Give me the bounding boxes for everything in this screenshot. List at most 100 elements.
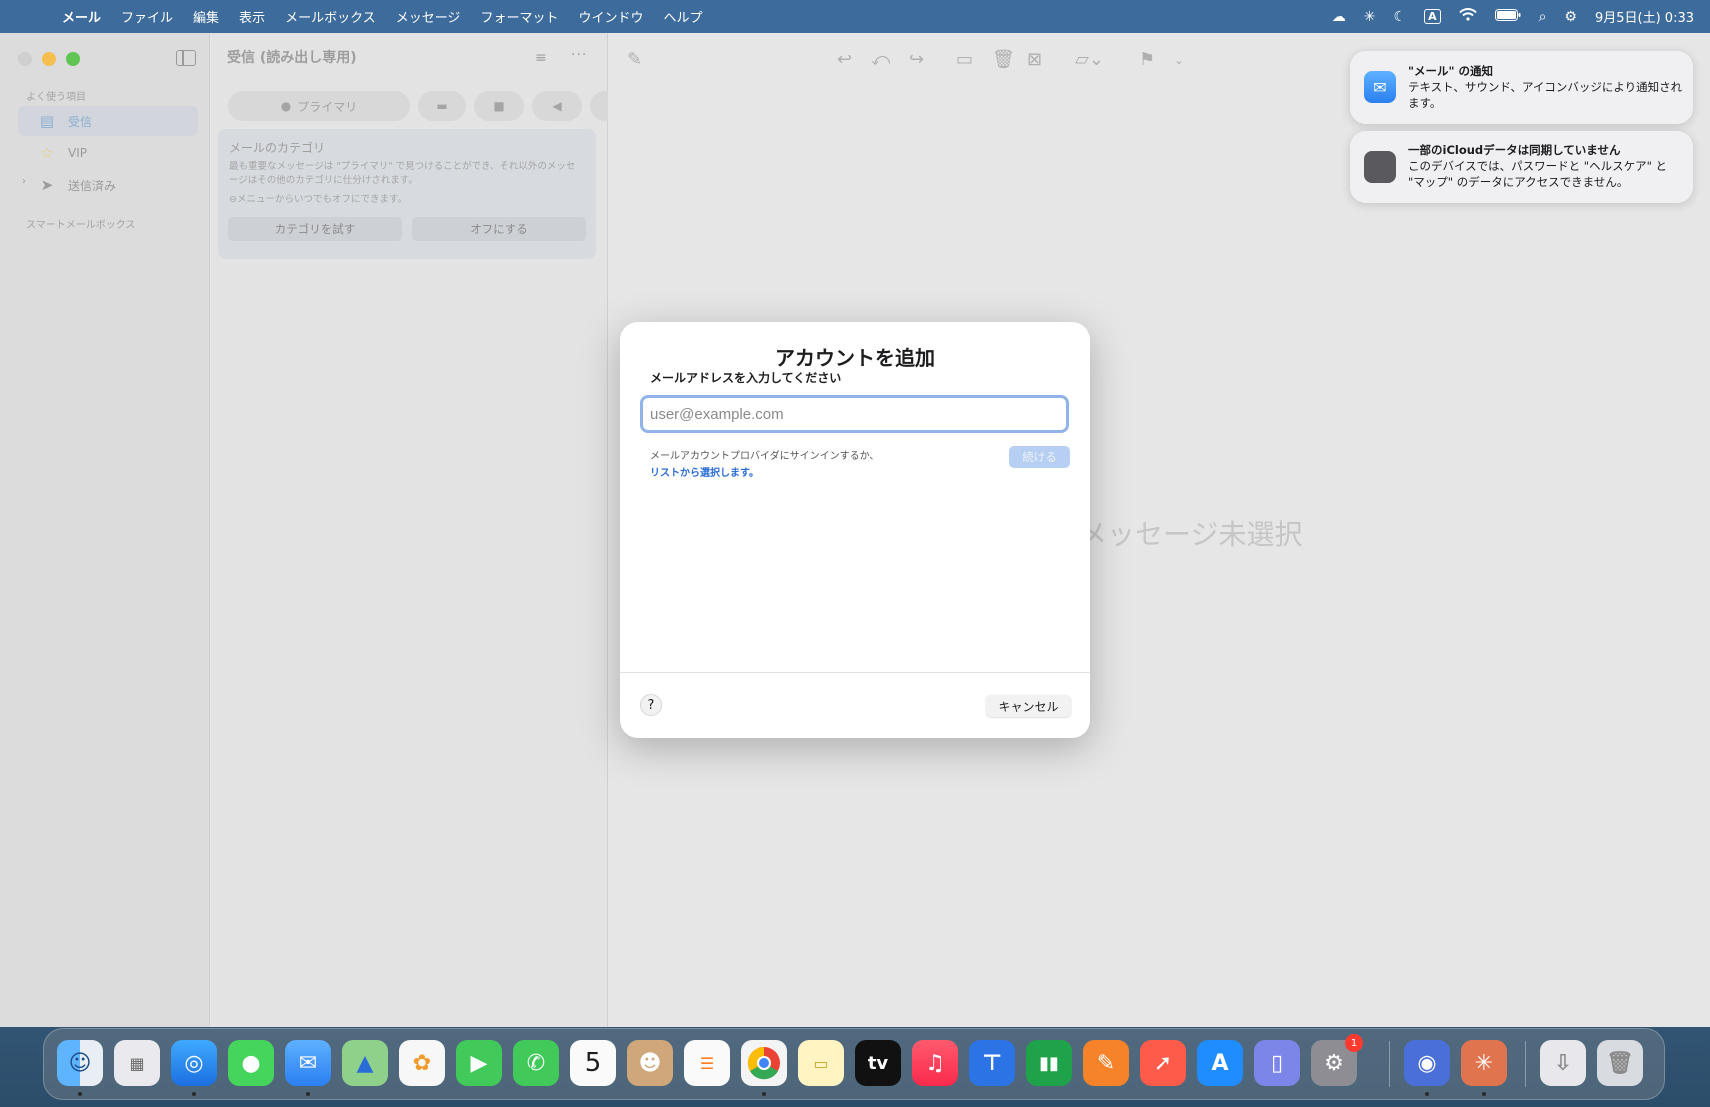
category-tab-more[interactable] [590,91,608,121]
forward-icon[interactable]: ↪ [909,49,924,70]
turn-off-categories-button[interactable]: オフにする [412,217,586,241]
move-folder-icon[interactable]: ▱⌄ [1075,49,1104,70]
dock-system-settings-icon[interactable]: ⚙ 1 [1311,1034,1363,1086]
running-indicator [762,1092,766,1096]
filter-icon[interactable]: ≡ [535,50,547,66]
paper-plane-icon: ➤ [40,176,54,194]
dock-launchpad-icon[interactable]: ▦ [114,1040,160,1086]
dialog-divider [620,672,1090,673]
control-center-icon[interactable]: ⚙ [1564,9,1577,25]
email-address-input[interactable] [640,395,1069,433]
running-indicator [1425,1092,1429,1096]
creative-cloud-icon[interactable]: ☁ [1332,9,1346,25]
dock-phone-icon[interactable]: ✆ [513,1040,559,1086]
dock-separator [1525,1041,1526,1087]
wifi-icon[interactable] [1458,8,1477,25]
dock-trash-icon[interactable]: 🗑 [1597,1040,1643,1086]
category-card-note: ⊖メニューからいつでもオフにできます。 [229,194,408,205]
notification-mail[interactable]: ✉ "メール" の通知 テキスト、サウンド、アイコンバッジにより通知されます。 [1350,51,1693,124]
dock-keynote-icon[interactable]: ⊤ [969,1040,1015,1086]
dock-messages-icon[interactable]: ● [228,1040,274,1086]
zoom-window-button[interactable] [66,52,80,66]
focus-moon-icon[interactable]: ☾ [1394,9,1407,25]
input-source-icon[interactable]: A [1424,9,1441,24]
menubar-clock[interactable]: 9月5日(土) 0:33 [1595,7,1694,26]
category-tab-shopping[interactable]: ▬ [418,91,466,121]
spotlight-search-icon[interactable]: ⌕ [1539,9,1547,25]
minimize-window-button[interactable] [42,52,56,66]
dock-safari-icon[interactable]: ◎ [171,1040,217,1086]
mail-app-icon: ✉ [1364,71,1396,103]
no-message-selected-text: メッセージ未選択 [1079,518,1303,551]
dock-rocket-icon[interactable]: ➚ [1140,1040,1186,1086]
dock-app-icon[interactable]: ◉ [1404,1040,1450,1086]
sidebar-item-vip-label: VIP [68,146,87,160]
category-tab-primary[interactable]: ● プライマリ [228,91,410,121]
menu-help[interactable]: ヘルプ [653,7,712,26]
flag-chevron-down-icon[interactable]: ⌄ [1174,53,1184,67]
dock-reminders-icon[interactable]: ☰ [684,1040,730,1086]
choose-from-list-link[interactable]: リストから選択します。 [650,464,759,479]
sidebar-item-inbox[interactable]: ▤ 受信 [18,106,198,136]
dock-downloads-icon[interactable]: ⇩ [1540,1040,1586,1086]
more-options-icon[interactable]: ··· [571,47,587,63]
archive-icon[interactable]: ▭ [956,49,973,70]
menu-edit[interactable]: 編集 [183,7,229,26]
menu-format[interactable]: フォーマット [470,7,568,26]
dock-facetime-icon[interactable]: ▶ [456,1040,502,1086]
menu-message[interactable]: メッセージ [386,7,471,26]
running-indicator [1482,1092,1486,1096]
trash-icon[interactable]: 🗑 [992,49,1015,70]
try-categories-button[interactable]: カテゴリを試す [228,217,402,241]
battery-icon[interactable] [1494,8,1521,25]
menu-view[interactable]: 表示 [229,7,275,26]
menu-window[interactable]: ウインドウ [568,7,653,26]
dock-mail-icon[interactable]: ✉ [285,1040,331,1086]
help-button[interactable]: ? [640,694,662,716]
cancel-button[interactable]: キャンセル [986,695,1071,717]
sidebar-item-vip[interactable]: ☆ VIP [18,138,198,168]
message-list: 受信 (読み出し専用) ≡ ··· ● プライマリ ▬ ■ ◀ メールのカテゴリ… [211,33,608,1027]
menu-mailbox[interactable]: メールボックス [275,7,386,26]
dock-maps-icon[interactable]: ▲ [342,1040,388,1086]
junk-icon[interactable]: ⊠ [1027,49,1042,70]
mailbox-title: 受信 (読み出し専用) [227,50,357,66]
dock-contacts-icon[interactable]: ☻ [627,1040,673,1086]
close-window-button[interactable] [18,52,32,66]
dock-pages-icon[interactable]: ✎ [1083,1040,1129,1086]
reply-icon[interactable]: ↩ [837,49,852,70]
notification-mail-body: テキスト、サウンド、アイコンバッジにより通知されます。 [1408,80,1683,110]
notification-icloud[interactable]: 一部のiCloudデータは同期していません このデバイスでは、パスワードと "ヘ… [1350,131,1693,203]
category-tab-updates[interactable]: ■ [474,91,524,121]
dock-claude-icon[interactable]: ✳ [1461,1040,1507,1086]
dock-music-icon[interactable]: ♫ [912,1040,958,1086]
add-account-dialog: アカウントを追加 メールアドレスを入力してください メールアカウントプロバイダに… [620,322,1090,738]
dialog-title: アカウントを追加 [775,346,935,370]
dock-appstore-icon[interactable]: A [1197,1040,1243,1086]
compose-icon[interactable]: ✎ [627,49,642,70]
sidebar-item-sent[interactable]: ➤ 送信済み [18,170,198,200]
reply-all-icon[interactable]: ⤺ [871,49,890,70]
apple-logo-icon [1364,151,1396,183]
category-tab-primary-label: プライマリ [297,99,358,114]
dock-chrome-icon[interactable] [741,1040,787,1086]
menu-file[interactable]: ファイル [111,7,183,26]
dock-photos-icon[interactable]: ✿ [399,1040,445,1086]
dock-iphone-mirroring-icon[interactable]: ▯ [1254,1040,1300,1086]
dock-finder-icon[interactable]: ☺ [57,1040,103,1086]
continue-button[interactable]: 続ける [1009,446,1070,468]
dock-notes-icon[interactable]: ▭ [798,1040,844,1086]
category-tab-promotions[interactable]: ◀ [532,91,582,121]
dock-calendar-icon[interactable]: 5 [570,1040,616,1086]
dock-numbers-icon[interactable]: ▮▮ [1026,1040,1072,1086]
chat-bubble-icon: ■ [493,99,505,113]
claude-status-icon[interactable]: ✳ [1364,9,1376,25]
shopping-cart-icon: ▬ [436,99,448,113]
flag-icon[interactable]: ⚑ [1139,49,1155,70]
notification-icloud-body: このデバイスでは、パスワードと "ヘルスケア" と "マップ" のデータにアクセ… [1408,159,1668,189]
sidebar-toggle-icon[interactable] [176,50,196,66]
dock-appletv-icon[interactable]: tv [855,1040,901,1086]
apple-tv-label: tv [867,1052,889,1074]
running-indicator [306,1092,310,1096]
menu-app-name[interactable]: メール [52,7,111,26]
